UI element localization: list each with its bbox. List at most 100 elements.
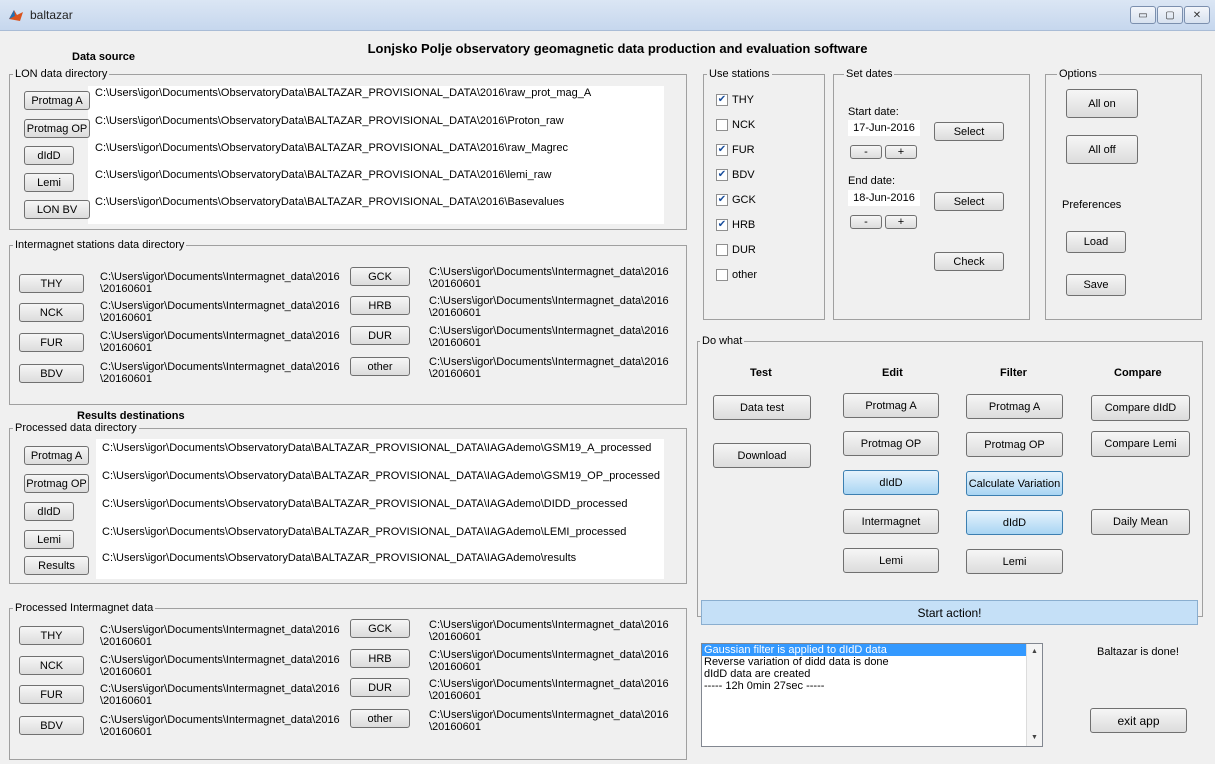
checked-icon[interactable]: ✔ [716, 219, 728, 231]
result-station-path: C:\Users\igor\Documents\Intermagnet_data… [100, 654, 340, 678]
station-checkbox-nck[interactable]: NCK [716, 119, 755, 131]
lon-didd-button[interactable]: dIdD [24, 146, 74, 165]
result-station-dur-button[interactable]: DUR [350, 678, 410, 697]
station-checkbox-label: other [732, 269, 758, 281]
lon-path-text: C:\Users\igor\Documents\ObservatoryData\… [95, 196, 565, 208]
source-station-bdv-button[interactable]: BDV [19, 364, 84, 383]
log-scrollbar[interactable]: ▲ ▼ [1026, 644, 1042, 746]
result-station-path: C:\Users\igor\Documents\Intermagnet_data… [100, 624, 340, 648]
edit-didd-button[interactable]: dIdD [843, 470, 939, 495]
source-station-path: C:\Users\igor\Documents\Intermagnet_data… [429, 356, 669, 380]
start-date-plus-button[interactable]: + [885, 145, 917, 159]
close-button[interactable]: ✕ [1184, 6, 1210, 24]
processed-path-text: C:\Users\igor\Documents\ObservatoryData\… [102, 498, 628, 510]
processed-protmag-op-button[interactable]: Protmag OP [24, 474, 89, 493]
station-checkbox-dur[interactable]: DUR [716, 244, 756, 256]
exit-app-button[interactable]: exit app [1090, 708, 1187, 733]
unchecked-icon[interactable] [716, 269, 728, 281]
title-bar[interactable]: baltazar ▭ ▢ ✕ [0, 0, 1215, 31]
checked-icon[interactable]: ✔ [716, 144, 728, 156]
unchecked-icon[interactable] [716, 244, 728, 256]
all-on-button[interactable]: All on [1066, 89, 1138, 118]
station-checkbox-fur[interactable]: ✔ FUR [716, 144, 755, 156]
result-station-other-button[interactable]: other [350, 709, 410, 728]
source-station-hrb-button[interactable]: HRB [350, 296, 410, 315]
result-station-hrb-button[interactable]: HRB [350, 649, 410, 668]
processed-protmag-a-button[interactable]: Protmag A [24, 446, 89, 465]
station-checkbox-bdv[interactable]: ✔ BDV [716, 169, 755, 181]
filter-protmag-a-button[interactable]: Protmag A [966, 394, 1063, 419]
edit-intermagnet-button[interactable]: Intermagnet [843, 509, 939, 534]
check-button[interactable]: Check [934, 252, 1004, 271]
result-station-bdv-button[interactable]: BDV [19, 716, 84, 735]
source-station-gck-button[interactable]: GCK [350, 267, 410, 286]
load-preferences-button[interactable]: Load [1066, 231, 1126, 253]
save-preferences-button[interactable]: Save [1066, 274, 1126, 296]
intermagnet-stations-label: Intermagnet stations data directory [13, 239, 187, 251]
edit-protmag-op-button[interactable]: Protmag OP [843, 431, 939, 456]
scroll-down-icon[interactable]: ▼ [1027, 732, 1042, 744]
lon-lemi-button[interactable]: Lemi [24, 173, 74, 192]
edit-lemi-button[interactable]: Lemi [843, 548, 939, 573]
source-station-thy-button[interactable]: THY [19, 274, 84, 293]
lon-lon-bv-button[interactable]: LON BV [24, 200, 90, 219]
checked-icon[interactable]: ✔ [716, 94, 728, 106]
source-station-dur-button[interactable]: DUR [350, 326, 410, 345]
start-action-button[interactable]: Start action! [701, 600, 1198, 625]
compare-header: Compare [1114, 367, 1162, 379]
source-station-path: C:\Users\igor\Documents\Intermagnet_data… [429, 325, 669, 349]
result-station-nck-button[interactable]: NCK [19, 656, 84, 675]
filter-lemi-button[interactable]: Lemi [966, 549, 1063, 574]
station-checkbox-gck[interactable]: ✔ GCK [716, 194, 756, 206]
end-date-field[interactable]: 18-Jun-2016 [848, 190, 920, 206]
start-date-field[interactable]: 17-Jun-2016 [848, 120, 920, 136]
maximize-button[interactable]: ▢ [1157, 6, 1183, 24]
filter-didd-button[interactable]: dIdD [966, 510, 1063, 535]
start-date-select-button[interactable]: Select [934, 122, 1004, 141]
result-station-fur-button[interactable]: FUR [19, 685, 84, 704]
end-date-plus-button[interactable]: + [885, 215, 917, 229]
lon-protmag-op-button[interactable]: Protmag OP [24, 119, 90, 138]
minimize-button[interactable]: ▭ [1130, 6, 1156, 24]
processed-didd-button[interactable]: dIdD [24, 502, 74, 521]
end-date-minus-button[interactable]: - [850, 215, 882, 229]
app-title: Lonjsko Polje observatory geomagnetic da… [367, 41, 868, 56]
processed-lemi-button[interactable]: Lemi [24, 530, 74, 549]
source-station-fur-button[interactable]: FUR [19, 333, 84, 352]
station-checkbox-thy[interactable]: ✔ THY [716, 94, 754, 106]
lon-protmag-a-button[interactable]: Protmag A [24, 91, 90, 110]
data-test-button[interactable]: Data test [713, 395, 811, 420]
checked-icon[interactable]: ✔ [716, 169, 728, 181]
checked-icon[interactable]: ✔ [716, 194, 728, 206]
filter-protmag-op-button[interactable]: Protmag OP [966, 432, 1063, 457]
log-listbox[interactable]: Gaussian filter is applied to dIdD data R… [701, 643, 1043, 747]
log-line[interactable]: Reverse variation of didd data is done [702, 656, 1026, 668]
end-date-select-button[interactable]: Select [934, 192, 1004, 211]
unchecked-icon[interactable] [716, 119, 728, 131]
window-title: baltazar [30, 8, 73, 22]
log-line[interactable]: ----- 12h 0min 27sec ----- [702, 680, 1026, 692]
calculate-variation-button[interactable]: Calculate Variation [966, 471, 1063, 496]
edit-protmag-a-button[interactable]: Protmag A [843, 393, 939, 418]
daily-mean-button[interactable]: Daily Mean [1091, 509, 1190, 535]
result-station-path: C:\Users\igor\Documents\Intermagnet_data… [429, 619, 669, 643]
log-line[interactable]: dIdD data are created [702, 668, 1026, 680]
compare-lemi-button[interactable]: Compare Lemi [1091, 431, 1190, 457]
station-checkbox-other[interactable]: other [716, 269, 757, 281]
processed-results-button[interactable]: Results [24, 556, 89, 575]
lon-path-text: C:\Users\igor\Documents\ObservatoryData\… [95, 87, 592, 99]
start-date-minus-button[interactable]: - [850, 145, 882, 159]
source-station-other-button[interactable]: other [350, 357, 410, 376]
all-off-button[interactable]: All off [1066, 135, 1138, 164]
scroll-up-icon[interactable]: ▲ [1027, 646, 1042, 658]
station-checkbox-hrb[interactable]: ✔ HRB [716, 219, 755, 231]
result-station-gck-button[interactable]: GCK [350, 619, 410, 638]
lon-path-text: C:\Users\igor\Documents\ObservatoryData\… [95, 115, 564, 127]
station-checkbox-label: GCK [732, 194, 756, 206]
log-line[interactable]: Gaussian filter is applied to dIdD data [702, 644, 1026, 656]
processed-path-text: C:\Users\igor\Documents\ObservatoryData\… [102, 526, 627, 538]
download-button[interactable]: Download [713, 443, 811, 468]
source-station-nck-button[interactable]: NCK [19, 303, 84, 322]
result-station-thy-button[interactable]: THY [19, 626, 84, 645]
compare-didd-button[interactable]: Compare dIdD [1091, 395, 1190, 421]
